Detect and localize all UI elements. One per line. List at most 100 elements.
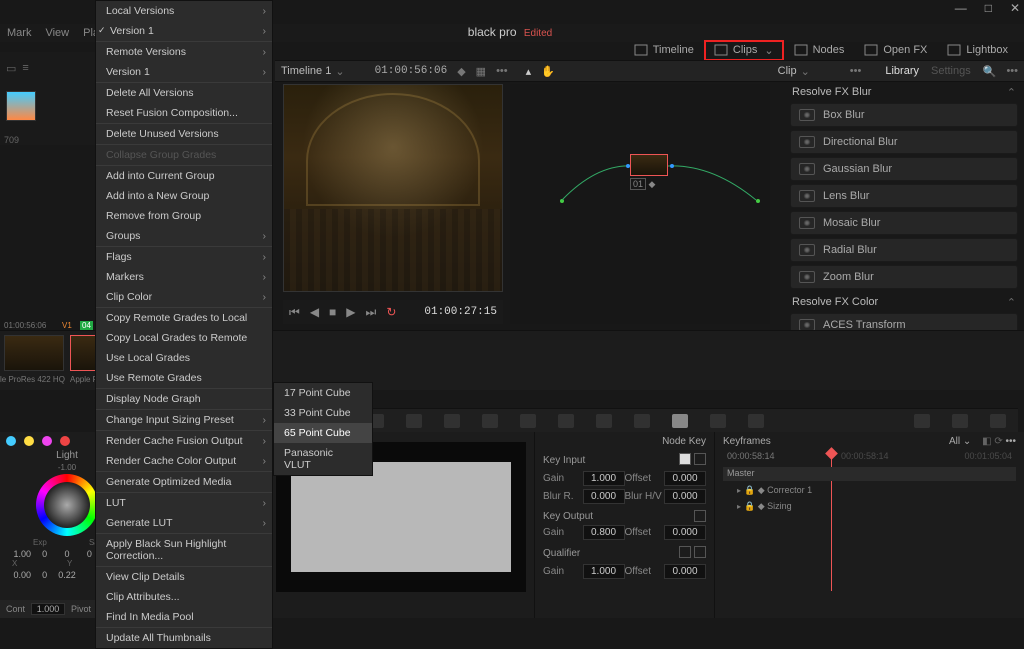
scopes-icon[interactable] bbox=[914, 414, 930, 428]
chevron-down-icon[interactable]: ⌄ bbox=[963, 436, 971, 447]
menu-copy-local-grades-to-remote[interactable]: Copy Local Grades to Remote bbox=[96, 328, 272, 348]
fx-lens-blur[interactable]: Lens Blur bbox=[790, 184, 1018, 208]
clip-dropdown[interactable]: Clip bbox=[778, 65, 797, 77]
menu-remote-versions[interactable]: Remote Versions bbox=[96, 41, 272, 62]
rgb-mixer-icon[interactable] bbox=[406, 414, 422, 428]
fx-zoom-blur[interactable]: Zoom Blur bbox=[790, 265, 1018, 289]
warper-icon[interactable] bbox=[482, 414, 498, 428]
qual-toggle1[interactable] bbox=[679, 546, 691, 558]
menu-render-cache-fusion-output[interactable]: Render Cache Fusion Output bbox=[96, 430, 272, 451]
menu-apply-black-sun-highlight-correction-[interactable]: Apply Black Sun Highlight Correction... bbox=[96, 533, 272, 566]
menu-add-into-a-new-group[interactable]: Add into a New Group bbox=[96, 186, 272, 206]
collapse-icon[interactable]: ⌃ bbox=[1007, 86, 1016, 99]
menu-groups[interactable]: Groups bbox=[96, 226, 272, 246]
menu-delete-all-versions[interactable]: Delete All Versions bbox=[96, 82, 272, 103]
ki-offset[interactable] bbox=[664, 471, 706, 486]
menu-display-node-graph[interactable]: Display Node Graph bbox=[96, 388, 272, 409]
q-gain[interactable] bbox=[583, 564, 625, 579]
play-button[interactable]: ▶ bbox=[346, 305, 355, 319]
kf-icon[interactable] bbox=[990, 414, 1006, 428]
window-icon[interactable] bbox=[558, 414, 574, 428]
close-icon[interactable]: ✕ bbox=[1010, 1, 1020, 15]
fx-group-header[interactable]: Resolve FX Color bbox=[792, 296, 878, 309]
menu-copy-remote-grades-to-local[interactable]: Copy Remote Grades to Local bbox=[96, 307, 272, 328]
dot-cyan[interactable] bbox=[6, 436, 16, 446]
fx-radial-blur[interactable]: Radial Blur bbox=[790, 238, 1018, 262]
ki-blurhv[interactable] bbox=[664, 489, 706, 504]
lut-17-point-cube[interactable]: 17 Point Cube bbox=[274, 383, 372, 403]
menu-update-all-thumbnails[interactable]: Update All Thumbnails bbox=[96, 627, 272, 648]
gallery-tab-icon[interactable]: ▭ bbox=[6, 62, 16, 75]
light-wheel[interactable] bbox=[36, 474, 98, 536]
kf-more-icon[interactable]: ••• bbox=[1005, 436, 1016, 447]
fx-group-header[interactable]: Resolve FX Blur bbox=[792, 86, 871, 99]
menu-generate-optimized-media[interactable]: Generate Optimized Media bbox=[96, 471, 272, 492]
settings-tab[interactable]: Settings bbox=[931, 65, 971, 77]
toggle-clips[interactable]: Clips⌄ bbox=[704, 40, 784, 61]
timeline-dropdown[interactable]: Timeline 1 bbox=[281, 65, 331, 77]
menu-view-clip-details[interactable]: View Clip Details bbox=[96, 566, 272, 587]
menu-use-local-grades[interactable]: Use Local Grades bbox=[96, 348, 272, 368]
toggle-lightbox[interactable]: Lightbox bbox=[937, 40, 1018, 60]
key-output-toggle[interactable] bbox=[694, 510, 706, 522]
fx-gaussian-blur[interactable]: Gaussian Blur bbox=[790, 157, 1018, 181]
key-icon[interactable] bbox=[672, 414, 688, 428]
toggle-open-fx[interactable]: Open FX bbox=[854, 40, 937, 60]
menu-remove-from-group[interactable]: Remove from Group bbox=[96, 206, 272, 226]
kf-all-dropdown[interactable]: All bbox=[949, 436, 960, 447]
timeline-timecode[interactable]: 01:00:56:06 bbox=[375, 65, 448, 77]
chevron-down-icon[interactable]: ⌄ bbox=[335, 65, 344, 78]
lut-panasonic-vlut[interactable]: Panasonic VLUT bbox=[274, 443, 372, 475]
collapse-icon[interactable]: ⌃ bbox=[1007, 296, 1016, 309]
node-opts-icon[interactable]: ••• bbox=[850, 65, 862, 77]
menu-reset-fusion-composition-[interactable]: Reset Fusion Composition... bbox=[96, 103, 272, 123]
menu-mark[interactable]: Mark bbox=[0, 27, 38, 39]
menu-version-1[interactable]: Version 1 bbox=[96, 21, 272, 41]
key-input-toggle1[interactable] bbox=[679, 453, 691, 465]
menu-flags[interactable]: Flags bbox=[96, 246, 272, 267]
menu-add-into-current-group[interactable]: Add into Current Group bbox=[96, 165, 272, 186]
kf-opt1-icon[interactable]: ◧ bbox=[982, 436, 991, 447]
gallery-list-icon[interactable]: ≡ bbox=[22, 62, 28, 75]
ko-offset[interactable] bbox=[664, 525, 706, 540]
menu-markers[interactable]: Markers bbox=[96, 267, 272, 287]
menu-change-input-sizing-preset[interactable]: Change Input Sizing Preset bbox=[96, 409, 272, 430]
magic-icon[interactable] bbox=[634, 414, 650, 428]
dot-magenta[interactable] bbox=[42, 436, 52, 446]
qualifier-icon[interactable] bbox=[520, 414, 536, 428]
lut-33-point-cube[interactable]: 33 Point Cube bbox=[274, 403, 372, 423]
menu-clip-color[interactable]: Clip Color bbox=[96, 287, 272, 307]
node-blue-out[interactable] bbox=[670, 164, 674, 168]
fx-mosaic-blur[interactable]: Mosaic Blur bbox=[790, 211, 1018, 235]
ko-gain[interactable] bbox=[583, 525, 625, 540]
menu-find-in-media-pool[interactable]: Find In Media Pool bbox=[96, 607, 272, 627]
info-icon[interactable] bbox=[952, 414, 968, 428]
more-icon[interactable]: ••• bbox=[496, 65, 508, 77]
still-thumbnail[interactable] bbox=[6, 91, 36, 121]
toggle-nodes[interactable]: Nodes bbox=[784, 40, 855, 60]
toggle-timeline[interactable]: Timeline bbox=[624, 40, 704, 60]
pointer-icon[interactable]: ▴ bbox=[526, 65, 532, 78]
chevron-down-icon[interactable]: ⌄ bbox=[801, 65, 810, 78]
node-blue-in[interactable] bbox=[626, 164, 630, 168]
key-input-toggle2[interactable] bbox=[694, 453, 706, 465]
dot-red[interactable] bbox=[60, 436, 70, 446]
color-viewer[interactable] bbox=[283, 84, 503, 292]
library-tab[interactable]: Library bbox=[885, 65, 919, 77]
kf-track-corrector[interactable]: Corrector 1 bbox=[767, 485, 812, 495]
tracking-icon[interactable] bbox=[596, 414, 612, 428]
viewer-timecode[interactable]: 01:00:27:15 bbox=[424, 306, 497, 318]
q-offset[interactable] bbox=[664, 564, 706, 579]
menu-use-remote-grades[interactable]: Use Remote Grades bbox=[96, 368, 272, 388]
first-frame-button[interactable]: ⏮ bbox=[289, 305, 300, 320]
fx-directional-blur[interactable]: Directional Blur bbox=[790, 130, 1018, 154]
hand-icon[interactable]: ✋ bbox=[541, 65, 555, 78]
menu-generate-lut[interactable]: Generate LUT bbox=[96, 513, 272, 533]
dot-yellow[interactable] bbox=[24, 436, 34, 446]
prev-button[interactable]: ◀ bbox=[310, 305, 319, 319]
qual-toggle2[interactable] bbox=[694, 546, 706, 558]
node-thumb[interactable] bbox=[630, 154, 668, 176]
menu-render-cache-color-output[interactable]: Render Cache Color Output bbox=[96, 451, 272, 471]
sizing-icon[interactable] bbox=[710, 414, 726, 428]
search-icon[interactable]: 🔍 bbox=[983, 65, 997, 78]
